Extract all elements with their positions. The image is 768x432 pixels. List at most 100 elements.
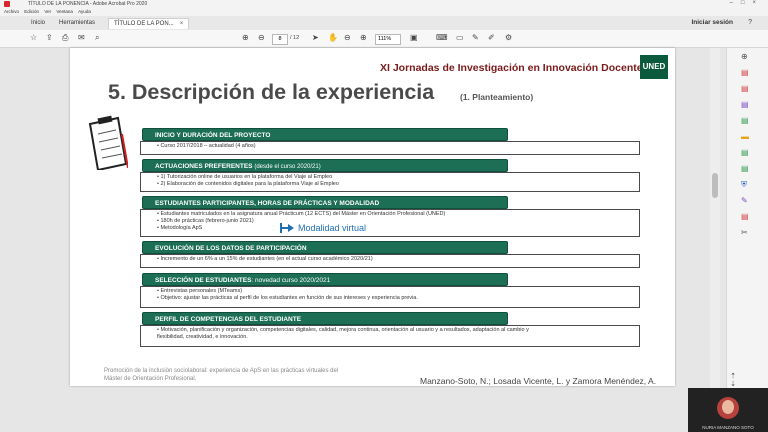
page-total: / 12: [290, 35, 300, 41]
share-icon[interactable]: ▤: [741, 212, 749, 222]
clipboard-icon: [88, 115, 128, 170]
chevron-down-icon[interactable]: ⇣: [726, 380, 740, 388]
uned-logo: UNED: [640, 55, 668, 79]
select-cursor-icon[interactable]: ➤: [312, 33, 319, 43]
toolbar: ☆ ⇪ ⎙ ✉ ⌕ ⊕ ⊖ 8 / 12 ➤ ✋ ⊖ ⊕ 111% ▣ ⌨ ▭ …: [0, 30, 768, 48]
list-item: • 1) Tutorización online de usuarios en …: [157, 174, 333, 180]
zoom-out-icon[interactable]: ⊖: [344, 33, 351, 43]
section-body-inicio: • Curso 2017/2018 – actualidad (4 años): [140, 141, 640, 155]
list-item: • Incremento de un 6% a un 15% de estudi…: [157, 256, 373, 262]
list-item: • Estudiantes matriculados en la asignat…: [157, 211, 446, 217]
upload-icon[interactable]: ⇪: [46, 33, 53, 43]
vertical-scrollbar[interactable]: [710, 48, 720, 388]
mail-icon[interactable]: ✉: [78, 33, 85, 43]
prev-page-icon[interactable]: ⊕: [242, 33, 249, 43]
create-pdf-icon[interactable]: ▤: [741, 84, 749, 94]
slide-subtitle: (1. Planteamiento): [460, 92, 534, 102]
list-item: • 180h de prácticas (febrero-junio 2021): [157, 218, 254, 224]
section-body-estudiantes: • Estudiantes matriculados en la asignat…: [140, 209, 640, 237]
footer-authors: Manzano-Soto, N.; Losada Vicente, L. y Z…: [420, 376, 657, 386]
tab-herramientas[interactable]: Herramientas: [54, 18, 100, 28]
window-title: TÍTULO DE LA PONENCIA - Adobe Acrobat Pr…: [28, 1, 148, 7]
tab-bar: Inicio Herramientas TÍTULO DE LA PON... ×…: [0, 16, 768, 31]
print-icon[interactable]: ⎙: [62, 33, 68, 43]
top-icons: ?: [748, 18, 762, 28]
section-head-label: ACTUACIONES PREFERENTES: [155, 163, 253, 170]
section-head-seleccion: SELECCIÓN DE ESTUDIANTES: novedad curso …: [142, 273, 508, 286]
menu-ayuda[interactable]: Ayuda: [78, 9, 91, 14]
menu-ventana[interactable]: Ventana: [56, 9, 73, 14]
signin-button[interactable]: Iniciar sesión: [691, 18, 733, 28]
scroll-thumb[interactable]: [712, 173, 718, 198]
arrow-right-icon: [280, 223, 294, 233]
window-controls[interactable]: –□×: [730, 0, 764, 6]
menu-archivo[interactable]: Archivo: [4, 9, 19, 14]
zoom-icon[interactable]: ⊕: [741, 52, 748, 62]
search-icon[interactable]: ⌕: [95, 33, 99, 43]
list-item: • 2) Elaboración de contenidos digitales…: [157, 181, 339, 187]
tab-document-label: TÍTULO DE LA PON...: [114, 21, 174, 27]
pen-icon[interactable]: ✎: [472, 33, 479, 43]
slide-page: XI Jornadas de Investigación en Innovaci…: [70, 48, 675, 386]
video-thumbnail[interactable]: NURIA MANZANO SOTO: [688, 388, 768, 432]
participant-name: NURIA MANZANO SOTO: [702, 425, 754, 430]
slide-title: 5. Descripción de la experiencia: [108, 80, 435, 104]
help-icon[interactable]: ?: [748, 19, 762, 26]
fill-sign-icon[interactable]: ✎: [741, 196, 748, 206]
list-item: • Motivación, planificación y organizaci…: [157, 327, 529, 333]
section-head-label: SELECCIÓN DE ESTUDIANTES: [155, 277, 252, 284]
section-head-evolucion: EVOLUCIÓN DE LOS DATOS DE PARTICIPACIÓN: [142, 241, 508, 254]
list-item: flexibilidad, creatividad, e innovación.: [157, 334, 248, 340]
avatar-face: [722, 400, 734, 414]
hand-tool-icon[interactable]: ✋: [328, 33, 338, 43]
section-body-seleccion: • Entrevistas personales (MTeams) • Obje…: [140, 286, 640, 308]
window-titlebar: TÍTULO DE LA PONENCIA - Adobe Acrobat Pr…: [0, 0, 768, 9]
next-page-icon[interactable]: ⊖: [258, 33, 265, 43]
conference-header: XI Jornadas de Investigación en Innovaci…: [380, 62, 643, 74]
export-pdf-icon[interactable]: ▤: [741, 68, 749, 78]
highlight-icon[interactable]: ✐: [488, 33, 495, 43]
section-body-actuaciones: • 1) Tutorización online de usuarios en …: [140, 172, 640, 192]
section-body-perfil: • Motivación, planificación y organizaci…: [140, 325, 640, 347]
zoom-in-icon[interactable]: ⊕: [360, 33, 367, 43]
section-head-estudiantes: ESTUDIANTES PARTICIPANTES, HORAS DE PRÁC…: [142, 196, 508, 209]
tab-inicio[interactable]: Inicio: [26, 18, 50, 28]
combine-icon[interactable]: ▤: [741, 116, 749, 126]
tab-document[interactable]: TÍTULO DE LA PON... ×: [108, 18, 190, 29]
menu-edicion[interactable]: Edición: [24, 9, 39, 14]
section-body-evolucion: • Incremento de un 6% a un 15% de estudi…: [140, 254, 640, 268]
section-head-label: INICIO Y DURACIÓN DEL PROYECTO: [155, 132, 271, 139]
protect-icon[interactable]: ⛨: [741, 180, 747, 190]
section-head-inicio: INICIO Y DURACIÓN DEL PROYECTO: [142, 128, 508, 141]
list-item: • Metodología ApS: [157, 225, 203, 231]
section-head-sub: (desde el curso 2020/21): [254, 164, 321, 170]
organize-icon[interactable]: ▤: [741, 148, 749, 158]
list-item: • Objetivo: ajustar las prácticas al per…: [157, 295, 418, 301]
comment-tool-icon[interactable]: ▬: [741, 132, 749, 142]
save-icon[interactable]: ☆: [30, 33, 37, 43]
keyboard-icon[interactable]: ⌨: [436, 33, 448, 43]
chevron-up-icon[interactable]: ⇡: [726, 372, 740, 380]
footer-left: Promoción de la inclusión sociolaboral: …: [104, 368, 339, 382]
section-head-label: ESTUDIANTES PARTICIPANTES, HORAS DE PRÁC…: [155, 200, 380, 207]
modality-note-text: Modalidad virtual: [298, 223, 367, 233]
list-item: • Curso 2017/2018 – actualidad (4 años): [157, 143, 256, 149]
menu-ver[interactable]: Ver: [44, 9, 51, 14]
more-tools-icon[interactable]: ✂: [741, 228, 748, 238]
section-head-sub: : novedad curso 2020/2021: [251, 277, 331, 284]
fit-page-icon[interactable]: ▣: [410, 33, 418, 43]
page-number-input[interactable]: 8: [272, 34, 288, 45]
acrobat-logo-icon: [4, 1, 10, 7]
section-head-perfil: PERFIL DE COMPETENCIAS DEL ESTUDIANTE: [142, 312, 508, 325]
menu-bar: Archivo Edición Ver Ventana Ayuda: [0, 9, 768, 16]
section-head-label: EVOLUCIÓN DE LOS DATOS DE PARTICIPACIÓN: [155, 245, 307, 252]
stamp-icon[interactable]: ⚙: [505, 33, 512, 43]
close-icon[interactable]: ×: [180, 21, 184, 27]
scan-icon[interactable]: ▤: [741, 164, 749, 174]
right-tools-panel: ⊕ ▤ ▤ ▤ ▤ ▬ ▤ ▤ ⛨ ✎ ▤ ✂: [726, 48, 768, 388]
page-nav: ⇡ ⇣: [726, 372, 740, 388]
section-head-label: PERFIL DE COMPETENCIAS DEL ESTUDIANTE: [155, 316, 302, 323]
zoom-select[interactable]: 111%: [375, 34, 401, 45]
edit-pdf-icon[interactable]: ▤: [741, 100, 749, 110]
comment-icon[interactable]: ▭: [456, 33, 464, 43]
